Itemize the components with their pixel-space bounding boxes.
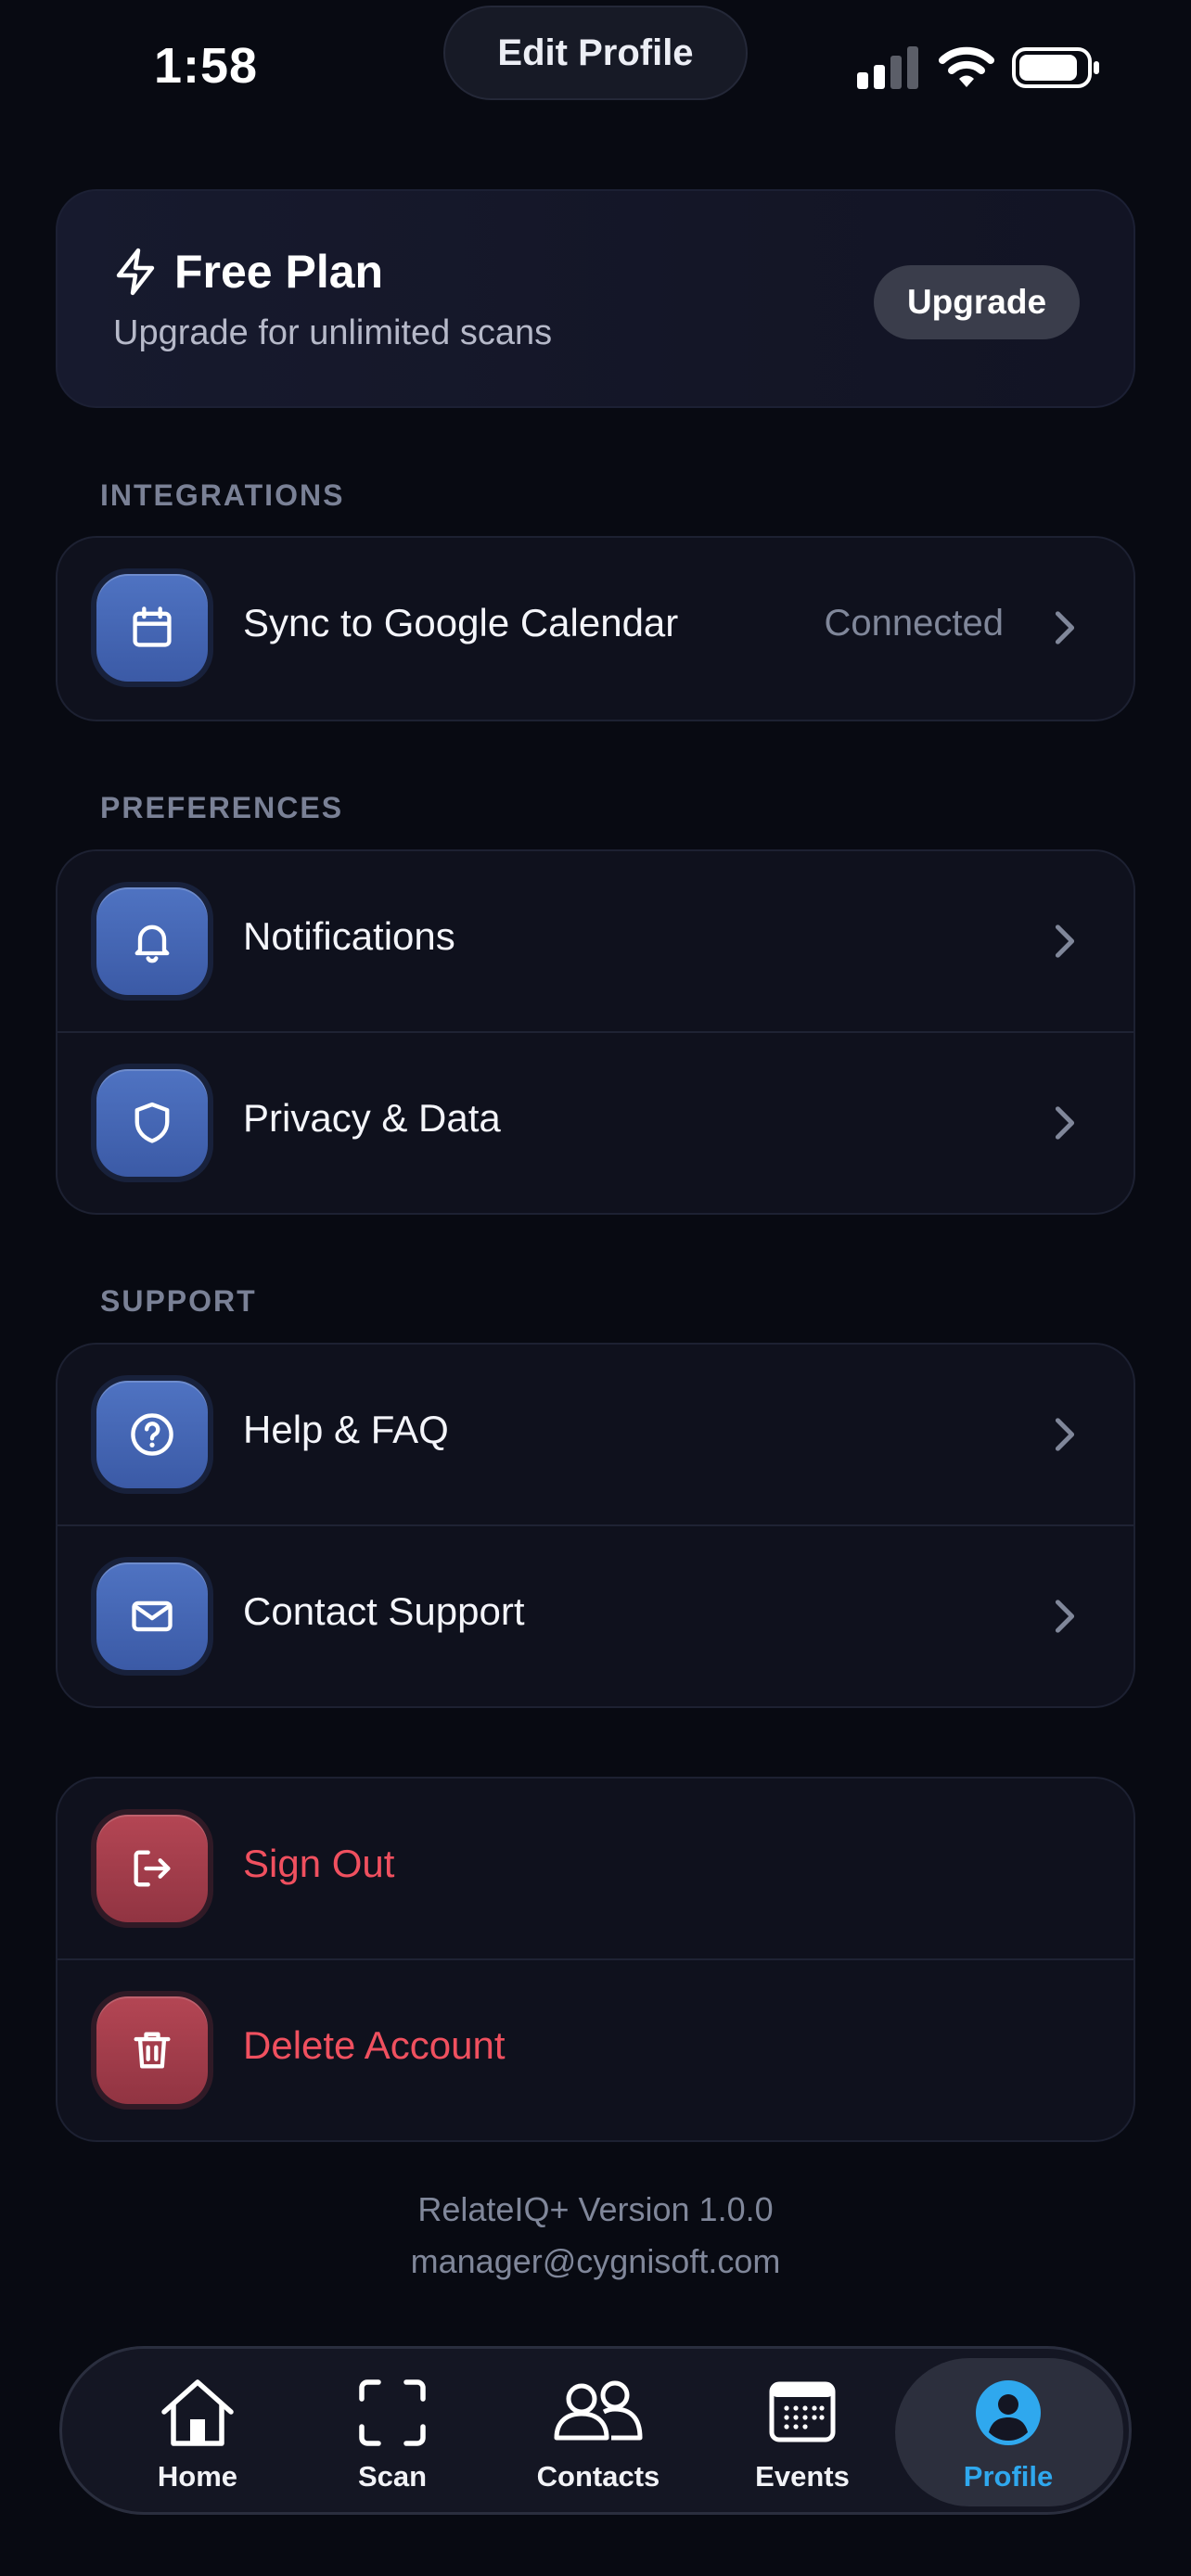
tab-profile-label: Profile [963, 2460, 1054, 2493]
chevron-right-icon [1055, 1600, 1075, 1633]
tab-scan[interactable]: Scan [300, 2349, 485, 2518]
sign-out-label: Sign Out [243, 1842, 395, 1885]
notifications-row[interactable]: Notifications [58, 851, 1133, 1031]
tab-contacts[interactable]: Contacts [506, 2349, 691, 2518]
calendar-icon [96, 574, 208, 682]
tab-events[interactable]: Events [710, 2349, 895, 2518]
delete-account-label: Delete Account [243, 2023, 506, 2067]
preferences-card: Notifications Privacy & Data [56, 849, 1135, 1215]
chevron-right-icon [1055, 1418, 1075, 1451]
bell-icon [96, 887, 208, 995]
plan-subtitle: Upgrade for unlimited scans [113, 313, 553, 352]
sync-google-calendar-label: Sync to Google Calendar [243, 601, 679, 644]
profile-icon [976, 2380, 1041, 2445]
app-version: RelateIQ+ Version 1.0.0 [417, 2190, 774, 2228]
calendar-grid-icon [769, 2381, 836, 2442]
sign-out-icon [96, 1815, 208, 1922]
contact-support-label: Contact Support [243, 1589, 525, 1633]
cellular-signal-icon [857, 46, 918, 89]
status-icons [853, 45, 1104, 96]
section-header-integrations: INTEGRATIONS [100, 478, 345, 512]
contacts-icon [554, 2380, 643, 2441]
plan-title: Free Plan [113, 245, 383, 299]
status-bar: 1:58 Edit Profile [0, 0, 1191, 139]
scan-icon [359, 2379, 426, 2446]
contact-support-row[interactable]: Contact Support [58, 1524, 1133, 1704]
plan-title-text: Free Plan [174, 246, 384, 298]
chevron-right-icon [1055, 925, 1075, 958]
section-header-preferences: PREFERENCES [100, 791, 344, 824]
help-circle-icon [96, 1381, 208, 1488]
sign-out-row[interactable]: Sign Out [58, 1779, 1133, 1958]
chevron-right-icon [1055, 611, 1075, 644]
tab-bar: Home Scan Contacts Events Profile [59, 2346, 1132, 2515]
help-faq-row[interactable]: Help & FAQ [58, 1345, 1133, 1524]
lightning-icon [116, 248, 155, 296]
help-faq-label: Help & FAQ [243, 1408, 449, 1451]
tab-home[interactable]: Home [105, 2349, 290, 2518]
account-card: Sign Out Delete Account [56, 1777, 1135, 2142]
home-icon [161, 2379, 234, 2446]
privacy-data-label: Privacy & Data [243, 1096, 501, 1140]
section-header-support: SUPPORT [100, 1284, 257, 1318]
tab-events-label: Events [755, 2460, 850, 2493]
chevron-right-icon [1055, 1106, 1075, 1140]
status-time: 1:58 [154, 38, 259, 94]
tab-profile[interactable]: Profile [916, 2349, 1101, 2518]
account-email: manager@cygnisoft.com [410, 2242, 781, 2280]
tab-home-label: Home [157, 2460, 238, 2493]
edit-profile-button[interactable]: Edit Profile [443, 6, 748, 100]
upgrade-button[interactable]: Upgrade [874, 265, 1080, 339]
tab-contacts-label: Contacts [536, 2460, 660, 2493]
battery-icon [1012, 47, 1099, 88]
shield-icon [96, 1069, 208, 1177]
mail-icon [96, 1562, 208, 1670]
integrations-card: Sync to Google Calendar Connected [56, 536, 1135, 721]
privacy-data-row[interactable]: Privacy & Data [58, 1031, 1133, 1211]
connection-status: Connected [824, 603, 1004, 644]
delete-account-row[interactable]: Delete Account [58, 1958, 1133, 2138]
plan-card: Free Plan Upgrade for unlimited scans Up… [56, 189, 1135, 408]
trash-icon [96, 1996, 208, 2104]
sync-google-calendar-row[interactable]: Sync to Google Calendar Connected [58, 538, 1133, 718]
wifi-icon [939, 46, 994, 87]
tab-scan-label: Scan [357, 2460, 428, 2493]
notifications-label: Notifications [243, 914, 455, 958]
support-card: Help & FAQ Contact Support [56, 1343, 1135, 1708]
